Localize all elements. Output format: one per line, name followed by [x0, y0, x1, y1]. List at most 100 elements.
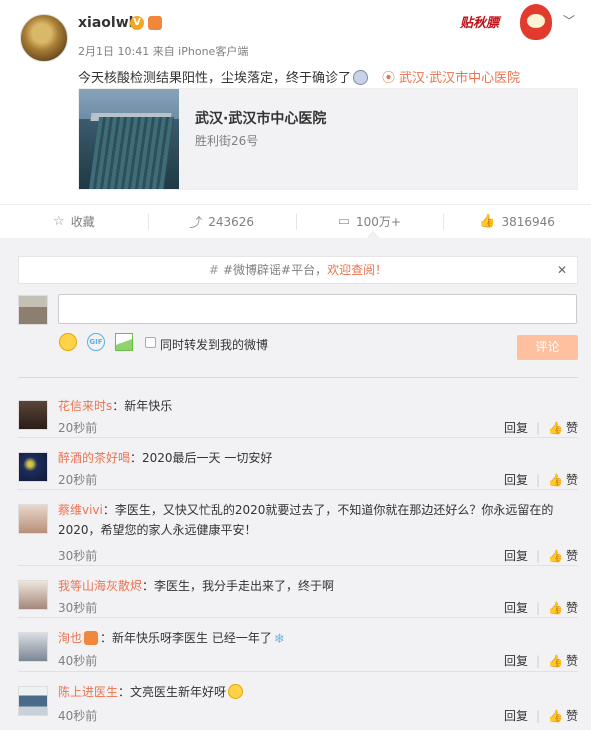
forward-button[interactable]: ⤴ 243626	[147, 205, 296, 238]
hospital-photo	[79, 89, 179, 189]
username[interactable]: xiaolwl	[78, 15, 133, 31]
post-text-content: 今天核酸检测结果阳性，尘埃落定，终于确诊了	[78, 71, 352, 86]
reply-button[interactable]: 回复	[504, 421, 528, 435]
like-comment-button[interactable]: 👍 赞	[548, 549, 578, 563]
post-text: 今天核酸检测结果阳性，尘埃落定，终于确诊了 ⦿ 武汉·武汉市中心医院	[78, 67, 520, 86]
commenter-name[interactable]: 陈上进医生	[58, 685, 118, 699]
comment-content: 洵也 ：新年快乐呀李医生 已经一年了 ❄	[58, 628, 568, 650]
like-comment-button[interactable]: 👍 赞	[548, 654, 578, 668]
user-avatar[interactable]	[20, 14, 68, 62]
like-comment-button[interactable]: 👍 赞	[548, 601, 578, 615]
comment-item: 洵也 ：新年快乐呀李医生 已经一年了 ❄ 40秒前 回复 | 👍 赞	[18, 622, 578, 672]
commenter-avatar[interactable]	[18, 632, 48, 662]
snowflake-emoji-icon: ❄	[273, 632, 285, 647]
member-badge-icon	[84, 631, 99, 645]
comment-content: 陈上进医生：文亮医生新年好呀	[58, 682, 568, 702]
favorite-label: 收藏	[70, 215, 95, 229]
commenter-name[interactable]: 洵也	[58, 631, 82, 645]
comment-item: 醉酒的茶好喝：2020最后一天 一切安好 20秒前 回复 | 👍 赞	[18, 442, 578, 490]
gif-icon[interactable]: GIF	[87, 333, 105, 351]
comment-actions: 回复 | 👍 赞	[504, 471, 578, 488]
grin-emoji-icon	[228, 684, 244, 699]
comment-actions: 回复 | 👍 赞	[504, 707, 578, 724]
commenter-name[interactable]: 花信来时s	[58, 399, 112, 413]
comment-text: ：李医生，又快又忙乱的2020就要过去了，不知道你就在那边还好么？你永远留在的2…	[58, 503, 554, 537]
thumbs-up-icon: 👍	[548, 654, 563, 668]
chevron-down-icon[interactable]: ﹀	[563, 12, 575, 29]
commenter-avatar[interactable]	[18, 452, 48, 482]
like-count: 3816946	[501, 214, 555, 229]
verified-badge-icon: V	[130, 16, 144, 30]
reply-button[interactable]: 回复	[504, 601, 528, 615]
weibo-post: xiaolwl V 2月1日 10:41 来自 iPhone客户端 贴秋膘 ﹀ …	[0, 0, 591, 204]
comment-content: 我等山海灰散烬：李医生，我分手走出来了，终于啊	[58, 576, 568, 596]
comments-panel: # #微博辟谣#平台，欢迎查阅！ ✕ GIF 同时转发到我的微博 评论 花信来时s…	[0, 238, 591, 730]
commenter-name[interactable]: 醉酒的茶好喝	[58, 451, 130, 465]
image-upload-icon[interactable]	[115, 333, 133, 351]
commenter-avatar[interactable]	[18, 686, 48, 716]
comment-text: ：李医生，我分手走出来了，终于啊	[142, 579, 335, 593]
comment-time: 20秒前	[58, 421, 98, 435]
reply-button[interactable]: 回复	[504, 473, 528, 487]
comment-time: 30秒前	[58, 601, 98, 615]
comment-input[interactable]	[58, 294, 577, 324]
comment-actions: 回复 | 👍 赞	[504, 599, 578, 616]
like-label: 赞	[565, 473, 578, 487]
my-avatar	[18, 295, 48, 325]
close-icon[interactable]: ✕	[557, 257, 567, 283]
like-comment-button[interactable]: 👍 赞	[548, 473, 578, 487]
location-link[interactable]: 武汉·武汉市中心医院	[399, 71, 520, 86]
reply-button[interactable]: 回复	[504, 709, 528, 723]
thumbs-up-icon: 👍	[548, 601, 563, 615]
like-comment-button[interactable]: 👍 赞	[548, 709, 578, 723]
comment-time: 40秒前	[58, 709, 98, 723]
comment-content: 花信来时s：新年快乐	[58, 396, 568, 416]
also-forward-checkbox[interactable]	[145, 337, 156, 348]
like-label: 赞	[565, 421, 578, 435]
sticker-mascot-icon	[520, 4, 552, 40]
member-badge-icon	[148, 16, 162, 30]
hashtag-icon: #	[208, 263, 219, 277]
rumor-notice: # #微博辟谣#平台，欢迎查阅！ ✕	[18, 256, 578, 284]
commenter-avatar[interactable]	[18, 504, 48, 534]
sticker-text: 贴秋膘	[460, 16, 500, 31]
post-meta: 2月1日 10:41 来自 iPhone客户端	[78, 45, 249, 58]
comments-divider	[18, 377, 578, 378]
submit-comment-button[interactable]: 评论	[517, 335, 578, 360]
comment-actions: 回复 | 👍 赞	[504, 419, 578, 436]
reply-button[interactable]: 回复	[504, 654, 528, 668]
emoji-picker-icon[interactable]	[59, 333, 77, 351]
comment-item: 我等山海灰散烬：李医生，我分手走出来了，终于啊 30秒前 回复 | 👍 赞	[18, 570, 578, 618]
forward-count: 243626	[208, 214, 255, 229]
comment-text: ：新年快乐	[112, 399, 173, 413]
like-label: 赞	[565, 549, 578, 563]
notice-link[interactable]: 欢迎查阅！	[327, 263, 387, 277]
comment-time: 30秒前	[58, 549, 98, 563]
commenter-name[interactable]: 我等山海灰散烬	[58, 579, 142, 593]
place-card[interactable]: 武汉·武汉市中心医院 胜利街26号	[78, 88, 578, 190]
reply-button[interactable]: 回复	[504, 549, 528, 563]
comment-tab-caret	[367, 231, 379, 239]
comment-text: ：新年快乐呀李医生 已经一年了	[100, 631, 272, 645]
ops-separator: |	[535, 473, 541, 487]
favorite-button[interactable]: ☆ 收藏	[0, 205, 148, 238]
thumbs-up-icon: 👍	[479, 214, 496, 229]
comment-count: 100万+	[356, 215, 401, 229]
commenter-avatar[interactable]	[18, 580, 48, 610]
comment-item: 花信来时s：新年快乐 20秒前 回复 | 👍 赞	[18, 390, 578, 438]
comment-item: 陈上进医生：文亮医生新年好呀 40秒前 回复 | 👍 赞	[18, 676, 578, 730]
forward-icon: ⤴	[189, 216, 203, 231]
ops-separator: |	[535, 654, 541, 668]
like-label: 赞	[565, 601, 578, 615]
ops-separator: |	[535, 421, 541, 435]
like-comment-button[interactable]: 👍 赞	[548, 421, 578, 435]
commenter-name[interactable]: 蔡维vivi	[58, 503, 103, 517]
comment-time: 40秒前	[58, 654, 98, 668]
comment-content: 醉酒的茶好喝：2020最后一天 一切安好	[58, 448, 568, 468]
commenter-avatar[interactable]	[18, 400, 48, 430]
notice-text: #微博辟谣#平台，	[222, 263, 328, 277]
comment-text: ：2020最后一天 一切安好	[130, 451, 273, 465]
comment-time: 20秒前	[58, 473, 98, 487]
like-button[interactable]: 👍 3816946	[443, 205, 591, 238]
comment-text: ：文亮医生新年好呀	[118, 685, 227, 699]
